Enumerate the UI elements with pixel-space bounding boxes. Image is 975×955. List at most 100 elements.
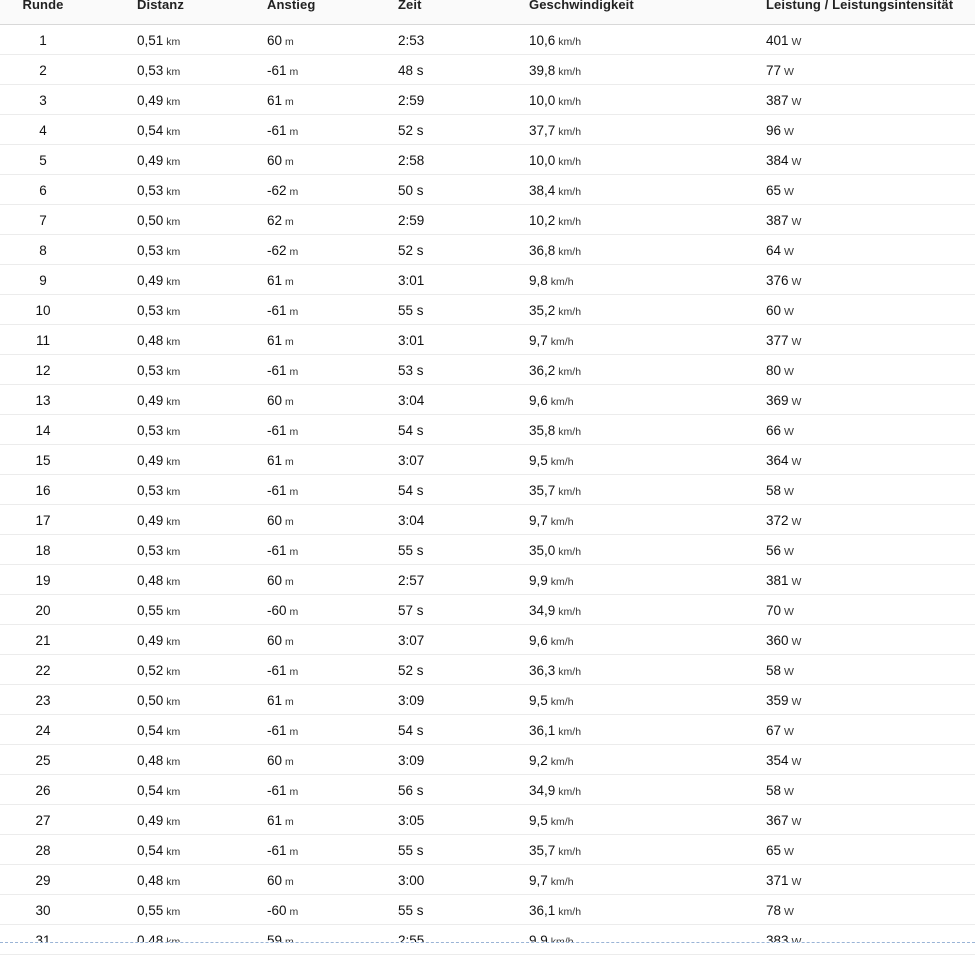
table-row: 5 0,49 km 60 m 2:58 10,0 km/h 384 W xyxy=(0,145,975,175)
table-row: 27 0,49 km 61 m 3:05 9,5 km/h 367 W xyxy=(0,805,975,835)
time-value: 55 s xyxy=(398,843,424,858)
power-cell: 387 W xyxy=(766,214,801,229)
speed-cell: 37,7 km/h xyxy=(529,124,581,139)
table-row: 15 0,49 km 61 m 3:07 9,5 km/h 364 W xyxy=(0,445,975,475)
distance-unit: km xyxy=(166,756,181,768)
power-cell: 60 W xyxy=(766,304,794,319)
speed-cell: 10,6 km/h xyxy=(529,34,581,49)
column-header-time[interactable]: Zeit xyxy=(398,0,422,12)
column-header-power[interactable]: Leistung / Leistungsintensität xyxy=(766,0,953,12)
speed-cell: 39,8 km/h xyxy=(529,64,581,79)
climb-cell: -61 m xyxy=(267,484,298,499)
distance-unit: km xyxy=(166,456,181,468)
distance-cell: 0,53 km xyxy=(137,184,180,199)
speed-cell: 9,5 km/h xyxy=(529,694,574,709)
power-unit: W xyxy=(791,96,802,108)
column-header-speed[interactable]: Geschwindigkeit xyxy=(529,0,634,12)
time-value: 55 s xyxy=(398,903,424,918)
time-value: 56 s xyxy=(398,783,424,798)
lap-number: 22 xyxy=(35,663,51,678)
speed-unit: km/h xyxy=(550,396,574,408)
power-value: 96 xyxy=(766,123,782,138)
climb-cell: 61 m xyxy=(267,814,294,829)
climb-unit: m xyxy=(285,876,294,888)
speed-value: 10,0 xyxy=(529,93,556,108)
power-cell: 359 W xyxy=(766,694,801,709)
power-value: 354 xyxy=(766,753,789,768)
lap-number: 13 xyxy=(35,393,51,408)
lap-number: 27 xyxy=(35,813,51,828)
table-row: 11 0,48 km 61 m 3:01 9,7 km/h 377 W xyxy=(0,325,975,355)
distance-cell: 0,55 km xyxy=(137,904,180,919)
table-row: 17 0,49 km 60 m 3:04 9,7 km/h 372 W xyxy=(0,505,975,535)
climb-unit: m xyxy=(285,696,294,708)
power-value: 369 xyxy=(766,393,789,408)
climb-cell: 61 m xyxy=(267,274,294,289)
speed-value: 35,7 xyxy=(529,843,556,858)
lap-number: 21 xyxy=(35,633,51,648)
speed-unit: km/h xyxy=(558,486,582,498)
power-unit: W xyxy=(784,126,794,138)
table-row: 3 0,49 km 61 m 2:59 10,0 km/h 387 W xyxy=(0,85,975,115)
power-cell: 387 W xyxy=(766,94,801,109)
speed-cell: 9,2 km/h xyxy=(529,754,574,769)
table-row: 12 0,53 km -61 m 53 s 36,2 km/h 80 W xyxy=(0,355,975,385)
distance-cell: 0,53 km xyxy=(137,424,180,439)
climb-value: -61 xyxy=(267,543,287,558)
power-cell: 381 W xyxy=(766,574,801,589)
lap-number: 15 xyxy=(35,453,51,468)
power-cell: 65 W xyxy=(766,184,794,199)
speed-cell: 36,2 km/h xyxy=(529,364,581,379)
climb-value: -62 xyxy=(267,183,287,198)
table-row: 1 0,51 km 60 m 2:53 10,6 km/h 401 W xyxy=(0,25,975,55)
lap-number: 11 xyxy=(35,333,50,348)
speed-unit: km/h xyxy=(558,906,582,918)
distance-value: 0,49 xyxy=(137,453,164,468)
speed-unit: km/h xyxy=(550,816,574,828)
climb-unit: m xyxy=(285,96,294,108)
lap-number: 24 xyxy=(35,723,51,738)
lap-number: 7 xyxy=(39,213,47,228)
climb-value: 61 xyxy=(267,333,283,348)
distance-value: 0,52 xyxy=(137,663,164,678)
climb-value: -61 xyxy=(267,663,287,678)
power-unit: W xyxy=(784,546,794,558)
power-value: 58 xyxy=(766,483,782,498)
power-cell: 80 W xyxy=(766,364,794,379)
climb-unit: m xyxy=(289,366,299,378)
column-header-climb[interactable]: Anstieg xyxy=(267,0,315,12)
power-value: 359 xyxy=(766,693,789,708)
speed-cell: 36,1 km/h xyxy=(529,724,581,739)
distance-value: 0,53 xyxy=(137,423,164,438)
speed-unit: km/h xyxy=(558,96,582,108)
power-value: 67 xyxy=(766,723,782,738)
climb-unit: m xyxy=(285,456,294,468)
speed-value: 36,1 xyxy=(529,903,556,918)
column-header-lap[interactable]: Runde xyxy=(0,0,86,12)
speed-cell: 9,8 km/h xyxy=(529,274,574,289)
speed-value: 9,2 xyxy=(529,753,548,768)
lap-number: 6 xyxy=(39,183,47,198)
climb-unit: m xyxy=(285,336,294,348)
speed-unit: km/h xyxy=(550,636,574,648)
table-row: 18 0,53 km -61 m 55 s 35,0 km/h 56 W xyxy=(0,535,975,565)
column-header-distance[interactable]: Distanz xyxy=(137,0,184,12)
distance-value: 0,50 xyxy=(137,213,164,228)
table-row: 6 0,53 km -62 m 50 s 38,4 km/h 65 W xyxy=(0,175,975,205)
distance-unit: km xyxy=(166,846,181,858)
time-value: 54 s xyxy=(398,423,424,438)
power-cell: 384 W xyxy=(766,154,801,169)
time-value: 3:01 xyxy=(398,333,425,348)
power-value: 60 xyxy=(766,303,782,318)
lap-number: 23 xyxy=(35,693,51,708)
power-unit: W xyxy=(791,876,802,888)
distance-cell: 0,49 km xyxy=(137,154,180,169)
speed-value: 9,5 xyxy=(529,693,548,708)
climb-value: -61 xyxy=(267,783,287,798)
distance-cell: 0,53 km xyxy=(137,364,180,379)
table-row: 26 0,54 km -61 m 56 s 34,9 km/h 58 W xyxy=(0,775,975,805)
time-value: 50 s xyxy=(398,183,424,198)
climb-cell: -61 m xyxy=(267,364,298,379)
distance-unit: km xyxy=(166,96,181,108)
distance-unit: km xyxy=(166,36,181,48)
